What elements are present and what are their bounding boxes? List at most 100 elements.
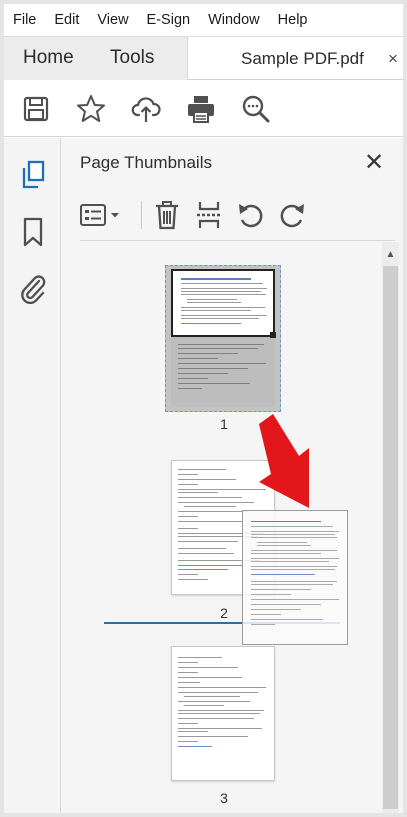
page-number-3: 3	[220, 790, 228, 806]
thumbnail-options-icon[interactable]	[79, 198, 125, 232]
page-text-line	[178, 541, 238, 542]
page-text-line	[178, 497, 242, 498]
page-text-line	[251, 619, 323, 620]
zoom-search-icon[interactable]	[240, 93, 272, 125]
page-text-line	[178, 378, 208, 379]
page-text-line	[251, 614, 281, 615]
page-text-line	[178, 511, 248, 512]
thumbnail-list: 1 2 3	[61, 242, 381, 813]
main-toolbar	[4, 81, 403, 137]
tab-home[interactable]: Home	[23, 47, 74, 69]
page-text-line	[184, 705, 224, 706]
page-text-line	[178, 348, 258, 349]
page-text-line	[178, 479, 236, 480]
insert-pages-icon[interactable]	[193, 198, 225, 232]
page-text-line	[257, 545, 311, 546]
page-text-line	[178, 687, 266, 688]
toolbar-separator	[141, 201, 142, 229]
page-text-line	[178, 723, 198, 724]
home-tools-tabs: Home Tools	[4, 37, 188, 80]
resize-handle[interactable]	[270, 332, 276, 338]
page-text-line	[181, 318, 259, 319]
rotate-clockwise-icon[interactable]	[275, 198, 309, 232]
page-number-1: 1	[220, 416, 228, 432]
dragged-page-ghost	[242, 510, 348, 645]
page-number-2: 2	[220, 605, 228, 621]
page-text-line	[181, 323, 241, 324]
page-text-line	[178, 484, 198, 485]
page-text-line	[187, 299, 237, 300]
page-text-line	[178, 736, 248, 737]
page-thumbnail-1[interactable]	[165, 265, 281, 412]
page-text-line	[181, 315, 267, 316]
page-text-line	[178, 677, 242, 678]
page-text-line	[178, 344, 264, 345]
tab-bar: Home Tools Sample PDF.pdf ×	[4, 36, 403, 80]
close-panel-button[interactable]: ✕	[364, 148, 384, 177]
page-text-line	[251, 566, 337, 567]
scrollbar-thumb[interactable]	[383, 266, 398, 809]
bookmark-star-icon[interactable]	[75, 93, 107, 125]
page-text-line	[251, 574, 315, 575]
scroll-up-arrow[interactable]: ▲	[382, 246, 399, 262]
page-text-line	[178, 569, 228, 570]
page-text-line	[178, 672, 198, 673]
menu-file[interactable]: File	[13, 12, 36, 28]
page-text-line	[178, 363, 266, 364]
page-text-line	[178, 713, 260, 714]
rotate-counterclockwise-icon[interactable]	[234, 198, 268, 232]
page-thumbnails-icon[interactable]	[17, 158, 49, 192]
panel-title: Page Thumbnails	[80, 153, 212, 172]
page-text-line	[251, 604, 321, 605]
page-text-line	[251, 581, 337, 582]
print-icon[interactable]	[185, 93, 217, 125]
page-text-line	[181, 294, 266, 295]
page-text-line	[178, 553, 234, 554]
page-thumbnails-panel: Page Thumbnails ✕ ▲ 1 2 3	[61, 138, 403, 813]
page-text-line	[251, 624, 275, 625]
page-text-line	[251, 553, 321, 554]
bookmarks-icon[interactable]	[17, 215, 49, 249]
page-text-line	[251, 558, 339, 559]
attachments-icon[interactable]	[17, 271, 49, 305]
menu-view[interactable]: View	[97, 12, 128, 28]
page-text-line	[178, 728, 262, 729]
page-text-line	[178, 692, 258, 693]
tab-document[interactable]: Sample PDF.pdf	[241, 49, 364, 69]
visible-area-frame[interactable]	[171, 269, 276, 338]
page-text-line	[178, 388, 202, 389]
page-text-line	[178, 718, 254, 719]
page-text-line	[178, 746, 212, 747]
page-text-line	[178, 565, 242, 566]
page-text-line	[178, 358, 218, 359]
page-text-line	[181, 307, 265, 308]
page-text-line	[178, 662, 198, 663]
page-text-line	[251, 537, 337, 538]
page-thumbnail-3[interactable]	[171, 646, 275, 781]
page-text-line	[251, 599, 339, 600]
page-text-line	[251, 609, 301, 610]
left-navigation-pane	[4, 138, 61, 813]
page-text-line	[178, 548, 226, 549]
page-text-line	[251, 589, 311, 590]
page-text-line	[181, 291, 261, 292]
save-icon[interactable]	[20, 93, 52, 125]
cloud-upload-icon[interactable]	[130, 93, 162, 125]
delete-pages-icon[interactable]	[151, 198, 183, 232]
page-text-line	[251, 550, 337, 551]
close-tab-button[interactable]: ×	[388, 49, 398, 69]
tab-tools[interactable]: Tools	[110, 47, 154, 69]
page-text-line	[181, 288, 267, 289]
page-text-line	[178, 574, 198, 575]
menu-esign[interactable]: E-Sign	[147, 12, 191, 28]
menu-help[interactable]: Help	[278, 12, 308, 28]
menu-window[interactable]: Window	[208, 12, 260, 28]
menu-edit[interactable]: Edit	[54, 12, 79, 28]
page-text-line	[178, 353, 238, 354]
page-text-line	[181, 283, 263, 284]
page-text-line	[178, 516, 198, 517]
page-text-line	[178, 492, 218, 493]
page-text-line	[181, 278, 251, 280]
page-text-line	[178, 682, 200, 683]
page-text-line	[178, 731, 208, 732]
